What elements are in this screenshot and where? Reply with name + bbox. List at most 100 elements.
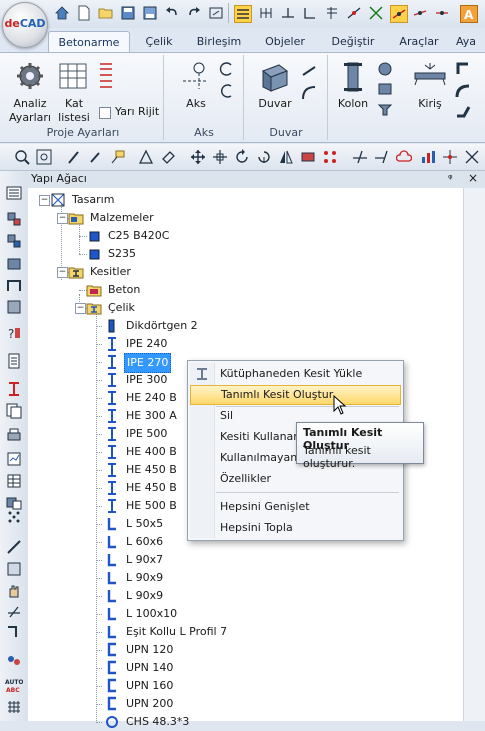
section-icon[interactable] bbox=[6, 381, 22, 397]
scale-icon[interactable] bbox=[300, 149, 316, 165]
pipette-icon[interactable] bbox=[88, 149, 104, 165]
save-icon[interactable] bbox=[120, 5, 136, 21]
tab-objeler[interactable]: Objeler bbox=[256, 31, 314, 52]
rotate-icon[interactable] bbox=[234, 149, 250, 165]
kat-label[interactable]: Kat bbox=[57, 97, 91, 110]
snap-tangent-icon[interactable] bbox=[434, 5, 450, 21]
round-column-icon[interactable] bbox=[377, 61, 393, 77]
gear-icon[interactable] bbox=[15, 61, 45, 91]
structure3-icon[interactable] bbox=[6, 255, 22, 271]
cross-icon[interactable] bbox=[464, 149, 480, 165]
ayarlari-label[interactable]: Ayarları bbox=[5, 111, 55, 124]
copy-move-icon[interactable] bbox=[212, 149, 228, 165]
kiris-label[interactable]: Kiriş bbox=[411, 97, 449, 110]
menu-item-collapse-all[interactable]: Hepsini Topla bbox=[190, 518, 399, 538]
measure-icon[interactable] bbox=[6, 539, 22, 555]
yari-rijit-label[interactable]: Yarı Rijit bbox=[115, 105, 159, 118]
kolon-label[interactable]: Kolon bbox=[333, 97, 373, 110]
snap-active-icon[interactable] bbox=[390, 5, 408, 23]
axis-rotate-icon[interactable] bbox=[219, 61, 235, 77]
mirror-icon[interactable] bbox=[278, 149, 294, 165]
axis-arc-icon[interactable] bbox=[219, 83, 235, 99]
help-icon[interactable]: ? bbox=[6, 325, 22, 341]
extend-icon[interactable] bbox=[374, 149, 390, 165]
font-icon[interactable]: A bbox=[460, 5, 478, 23]
pin-icon[interactable]: ᵠ bbox=[448, 172, 453, 185]
tab-birlesim[interactable]: Birleşim bbox=[190, 31, 248, 52]
tab-degistir[interactable]: Değiştir bbox=[322, 31, 384, 52]
print-icon[interactable] bbox=[6, 427, 22, 443]
duvar-label[interactable]: Duvar bbox=[255, 97, 295, 110]
hatch-icon[interactable] bbox=[6, 561, 22, 577]
aks-label[interactable]: Aks bbox=[179, 97, 213, 110]
tab-celik[interactable]: Çelik bbox=[136, 31, 182, 52]
open-folder-icon[interactable] bbox=[98, 5, 114, 21]
column-icon[interactable] bbox=[341, 61, 365, 93]
yari-rijit-checkbox[interactable] bbox=[99, 107, 111, 119]
erase-icon[interactable] bbox=[160, 149, 176, 165]
floor-list-icon[interactable] bbox=[59, 63, 87, 89]
expander-malzemeler[interactable]: − bbox=[57, 213, 68, 224]
sheets-icon[interactable] bbox=[6, 403, 22, 419]
rotate-copy-icon[interactable] bbox=[256, 149, 272, 165]
structure-icon[interactable] bbox=[6, 211, 22, 227]
listesi-label[interactable]: listesi bbox=[53, 111, 95, 124]
column-shape-icon[interactable] bbox=[377, 81, 393, 97]
label-icon[interactable] bbox=[110, 149, 126, 165]
array-icon[interactable] bbox=[322, 149, 338, 165]
hand-icon[interactable] bbox=[6, 583, 22, 599]
snap-midpoint-icon[interactable] bbox=[346, 5, 362, 21]
snap-intersection-icon[interactable] bbox=[368, 5, 384, 21]
expander-celik[interactable]: − bbox=[75, 303, 86, 314]
expander-tasarim[interactable]: − bbox=[39, 195, 50, 206]
wall-icon[interactable] bbox=[259, 61, 291, 93]
menu-item-create-section[interactable]: Tanımlı Kesit Oluştur bbox=[190, 385, 401, 405]
zoom-window-icon[interactable] bbox=[36, 149, 52, 165]
snap-grid-icon[interactable] bbox=[258, 5, 274, 21]
zoom-icon[interactable] bbox=[14, 149, 30, 165]
structure5-icon[interactable] bbox=[6, 299, 22, 315]
snap-end-icon[interactable] bbox=[280, 5, 296, 21]
undo-icon[interactable] bbox=[164, 5, 180, 21]
tool-icon[interactable] bbox=[6, 623, 22, 639]
expander-kesitler[interactable]: − bbox=[57, 267, 68, 278]
beam-curve-icon[interactable] bbox=[455, 83, 471, 99]
table-icon[interactable] bbox=[6, 473, 22, 489]
app-logo[interactable]: deCAD bbox=[2, 2, 48, 48]
beam-bend-icon[interactable] bbox=[455, 103, 471, 119]
snap-perp-icon[interactable] bbox=[302, 5, 318, 21]
beam-icon[interactable] bbox=[413, 61, 447, 91]
axis-icon[interactable] bbox=[179, 61, 209, 91]
story-stack-icon[interactable] bbox=[99, 61, 113, 95]
tab-ayarlar[interactable]: Aya bbox=[456, 31, 485, 52]
save-as-icon[interactable] bbox=[142, 5, 158, 21]
new-file-icon[interactable] bbox=[76, 5, 92, 21]
panel-icon[interactable] bbox=[6, 185, 22, 201]
cloud-icon[interactable] bbox=[396, 149, 412, 165]
tab-araclar[interactable]: Araçlar bbox=[392, 31, 446, 52]
wall-straight-icon[interactable] bbox=[301, 63, 317, 79]
pen-icon[interactable] bbox=[66, 149, 82, 165]
snap-parallel-icon[interactable] bbox=[324, 5, 340, 21]
group-icon[interactable] bbox=[6, 653, 22, 669]
trim-icon[interactable] bbox=[352, 149, 368, 165]
mesh-icon[interactable] bbox=[6, 699, 22, 715]
redo-icon[interactable] bbox=[186, 5, 202, 21]
snap-near-icon[interactable] bbox=[412, 5, 428, 21]
bar-chart-icon[interactable] bbox=[420, 149, 436, 165]
structure2-icon[interactable] bbox=[6, 233, 22, 249]
home-icon[interactable] bbox=[54, 5, 70, 21]
document-icon[interactable] bbox=[6, 353, 22, 369]
beam-corner-icon[interactable] bbox=[455, 61, 471, 77]
auto-label-icon[interactable]: AUTOABC bbox=[5, 677, 23, 693]
zoom-window-icon[interactable] bbox=[208, 5, 224, 21]
report-icon[interactable] bbox=[6, 451, 22, 467]
menu-item-load-from-library[interactable]: Kütüphaneden Kesit Yükle bbox=[190, 364, 399, 384]
move-icon[interactable] bbox=[190, 149, 206, 165]
structure4-icon[interactable] bbox=[6, 277, 22, 293]
explode-icon[interactable] bbox=[442, 149, 458, 165]
polygon-icon[interactable] bbox=[138, 149, 154, 165]
menu-item-properties[interactable]: Özellikler bbox=[190, 469, 399, 489]
menu-item-expand-all[interactable]: Hepsini Genişlet bbox=[190, 497, 399, 517]
layers-icon[interactable] bbox=[234, 5, 252, 23]
